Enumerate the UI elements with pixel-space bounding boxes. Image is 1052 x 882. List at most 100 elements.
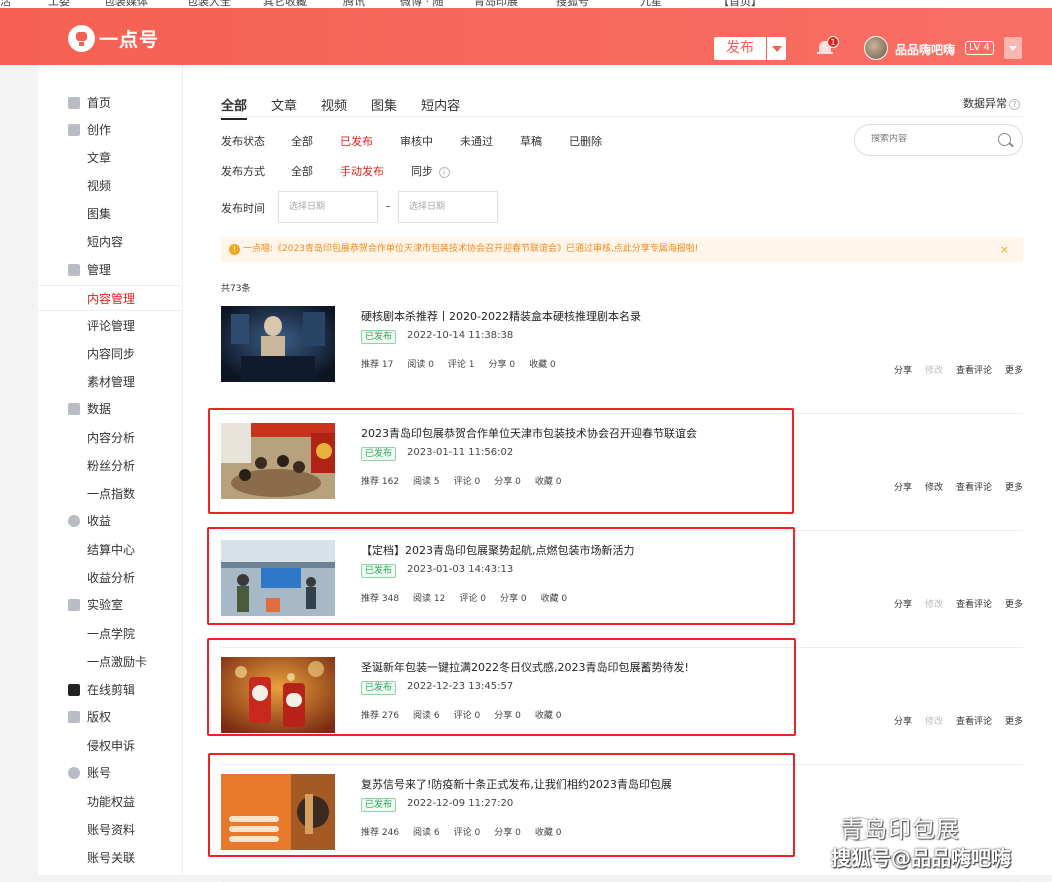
sidebar-item-incentive[interactable]: 一点激励卡 [38,649,183,675]
status-option-draft[interactable]: 草稿 [520,133,542,149]
sidebar-item-income-analysis[interactable]: 收益分析 [38,565,183,591]
level-badge: LV 4 [965,41,994,55]
article-thumbnail[interactable] [221,306,335,382]
sidebar-item-lab[interactable]: 实验室 [38,592,183,618]
status-option-all[interactable]: 全部 [291,133,313,149]
status-option-published[interactable]: 已发布 [340,133,373,149]
method-filter: 发布方式 全部 手动发布 同步 i [221,163,477,179]
sidebar-item-account-link[interactable]: 账号关联 [38,845,183,871]
more-button[interactable]: 更多 [1005,714,1023,727]
sidebar-item-label: 视频 [87,179,112,193]
sidebar-item-content-sync[interactable]: 内容同步 [38,341,183,367]
sidebar-item-feature-rights[interactable]: 功能权益 [38,789,183,815]
publish-button[interactable]: 发布 [714,37,786,60]
list-item: 硬核剧本杀推荐丨2020-2022精装盒本硬核推理剧本名录 已发布 2022-1… [221,297,1023,414]
chevron-down-icon [1009,45,1017,51]
sidebar-item-label: 收益 [87,514,112,528]
sidebar-item-manage[interactable]: 管理 [38,257,183,283]
edit-button[interactable]: 修改 [925,480,943,493]
bookmark[interactable]: 【首页】 [718,0,762,8]
sidebar-item-create[interactable]: 创作 [38,117,183,143]
avatar[interactable] [864,36,888,60]
sidebar-item-label: 图集 [87,207,112,221]
start-date-input[interactable]: 选择日期 [278,191,378,223]
sidebar-item-label: 粉丝分析 [87,459,136,473]
total-count: 共73条 [221,284,251,294]
status-option-rejected[interactable]: 未通过 [460,133,493,149]
status-option-deleted[interactable]: 已删除 [569,133,602,149]
share-button[interactable]: 分享 [894,597,912,610]
bookmark[interactable]: 腾讯 [343,0,365,8]
bookmark[interactable]: 九星 [640,0,662,8]
sidebar-item-fans-analysis[interactable]: 粉丝分析 [38,453,183,479]
more-button[interactable]: 更多 [1005,597,1023,610]
sidebar-item-content-analysis[interactable]: 内容分析 [38,425,183,451]
search-box[interactable] [854,124,1023,156]
search-input[interactable] [871,134,991,144]
sidebar-item-academy[interactable]: 一点学院 [38,621,183,647]
logo[interactable]: 一点号 [68,25,159,52]
data-abnormal-label: 数据异常 [963,97,1007,110]
view-comments-button[interactable]: 查看评论 [956,597,992,610]
edit-video-icon [68,684,80,696]
user-menu-dropdown[interactable] [1004,37,1022,59]
close-icon[interactable]: × [1000,237,1009,262]
share-button[interactable]: 分享 [894,363,912,376]
search-icon[interactable] [998,133,1011,146]
bookmark[interactable]: 青岛印展 [474,0,518,8]
data-abnormal-link[interactable]: 数据异常? [963,95,1020,111]
article-title[interactable]: 硬核剧本杀推荐丨2020-2022精装盒本硬核推理剧本名录 [361,308,641,324]
sidebar-item-label: 实验室 [87,598,124,612]
method-option-sync[interactable]: 同步 i [411,163,450,179]
more-button[interactable]: 更多 [1005,363,1023,376]
sidebar-item-video[interactable]: 视频 [38,173,183,199]
sidebar-item-copyright[interactable]: 版权 [38,704,183,730]
sidebar-item-index[interactable]: 一点指数 [38,481,183,507]
share-button[interactable]: 分享 [894,714,912,727]
bookmark[interactable]: 其它收藏 [263,0,307,8]
sidebar-item-data[interactable]: 数据 [38,396,183,422]
notice-banner[interactable]: ! 一点喵:《2023青岛印包展恭贺合作单位天津市包装技术协会召开迎春节联谊会》… [221,237,1023,262]
edit-button: 修改 [924,600,943,610]
status-option-reviewing[interactable]: 审核中 [400,133,433,149]
sidebar-item-comment-manage[interactable]: 评论管理 [38,313,183,339]
view-comments-button[interactable]: 查看评论 [956,714,992,727]
method-option-all[interactable]: 全部 [291,163,313,179]
publish-label[interactable]: 发布 [714,37,767,60]
sidebar-item-material-manage[interactable]: 素材管理 [38,369,183,395]
bookmarks-bar: 活 工委 包装媒体 包装大全 其它收藏 腾讯 微博 · 随 青岛印展 搜狐号 九… [0,0,1052,8]
notice-text[interactable]: 一点喵:《2023青岛印包展恭贺合作单位天津市包装技术协会召开迎春节联谊会》已通… [243,244,698,254]
publish-dropdown[interactable] [767,37,786,60]
sidebar-item-online-edit[interactable]: 在线剪辑 [38,677,183,703]
bookmark[interactable]: 工委 [48,0,70,8]
view-comments-button[interactable]: 查看评论 [956,480,992,493]
sidebar-item-article[interactable]: 文章 [38,145,183,171]
sidebar-item-label: 评论管理 [87,319,136,333]
sidebar-item-gallery[interactable]: 图集 [38,201,183,227]
end-date-input[interactable]: 选择日期 [398,191,498,223]
sidebar-item-income[interactable]: 收益 [38,508,183,534]
sidebar-item-label: 版权 [87,710,112,724]
view-comments-button[interactable]: 查看评论 [956,363,992,376]
method-option-manual[interactable]: 手动发布 [340,163,384,179]
bookmark[interactable]: 微博 · 随 [400,0,444,8]
username[interactable]: 品品嗨吧嗨 [895,41,955,58]
bookmark[interactable]: 搜狐号 [556,0,589,8]
sidebar-item-content-manage[interactable]: 内容管理 [38,285,183,311]
sidebar-item-infringement[interactable]: 侵权申诉 [38,733,183,759]
shield-icon [68,711,80,723]
home-icon [68,97,80,109]
bookmark[interactable]: 活 [0,0,11,8]
bookmark[interactable]: 包装媒体 [104,0,148,8]
more-button[interactable]: 更多 [1005,480,1023,493]
bell-icon[interactable]: 1 [817,36,839,56]
sidebar-item-settlement[interactable]: 结算中心 [38,537,183,563]
sidebar-item-home[interactable]: 首页 [38,90,183,116]
sidebar-item-account-info[interactable]: 账号资料 [38,817,183,843]
sidebar-item-short[interactable]: 短内容 [38,229,183,255]
watermark-line2: 搜狐号@品品嗨吧嗨 [831,846,1011,870]
share-button[interactable]: 分享 [894,480,912,493]
sidebar-item-label: 结算中心 [87,543,136,557]
sidebar-item-account[interactable]: 账号 [38,760,183,786]
bookmark[interactable]: 包装大全 [187,0,231,8]
